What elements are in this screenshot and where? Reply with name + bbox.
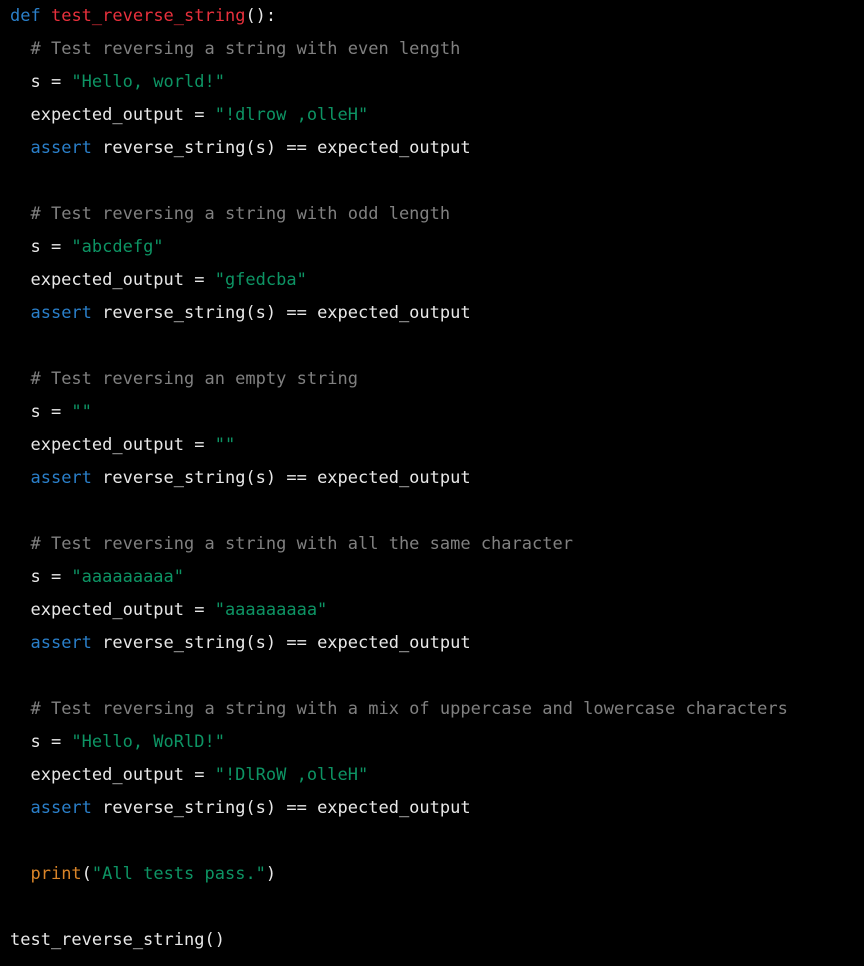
code-line[interactable]: expected_output = "" xyxy=(0,429,864,462)
code-line[interactable]: assert reverse_string(s) == expected_out… xyxy=(0,132,864,165)
code-line[interactable]: assert reverse_string(s) == expected_out… xyxy=(0,792,864,825)
code-token-plain: s = xyxy=(10,567,72,587)
code-token-plain: reverse_string(s) == expected_output xyxy=(91,633,471,653)
code-token-string: "gfedcba" xyxy=(214,270,307,290)
code-line[interactable]: expected_output = "!dlrow ,olleH" xyxy=(0,99,864,132)
code-line[interactable]: assert reverse_string(s) == expected_out… xyxy=(0,627,864,660)
code-token-punct: (): xyxy=(245,6,277,26)
code-line[interactable]: print("All tests pass.") xyxy=(0,858,864,891)
code-token-plain: expected_output = xyxy=(10,270,215,290)
code-token-string: "!DlRoW ,olleH" xyxy=(214,765,369,785)
code-line[interactable]: # Test reversing a string with even leng… xyxy=(0,33,864,66)
code-token-builtin: print xyxy=(30,864,82,884)
code-line[interactable]: # Test reversing a string with a mix of … xyxy=(0,693,864,726)
code-token-comment: # Test reversing a string with a mix of … xyxy=(30,699,788,719)
code-token-plain: expected_output = xyxy=(10,600,215,620)
code-token-plain: reverse_string(s) == expected_output xyxy=(91,138,471,158)
code-token-keyword: assert xyxy=(30,633,92,653)
code-token-funcname: test_reverse_string xyxy=(50,6,246,26)
code-blank-line[interactable] xyxy=(0,825,864,858)
code-token-plain: s = xyxy=(10,732,72,752)
code-line[interactable]: s = "Hello, WoRlD!" xyxy=(0,726,864,759)
code-token-string: "" xyxy=(71,402,92,422)
code-line[interactable]: # Test reversing a string with odd lengt… xyxy=(0,198,864,231)
code-line[interactable]: def test_reverse_string(): xyxy=(0,0,864,33)
code-token-comment: # Test reversing a string with all the s… xyxy=(30,534,573,554)
code-line[interactable]: # Test reversing a string with all the s… xyxy=(0,528,864,561)
code-token-keyword: assert xyxy=(30,138,92,158)
code-token-plain: expected_output = xyxy=(10,765,215,785)
code-token-comment: # Test reversing an empty string xyxy=(30,369,358,389)
code-token-keyword: def xyxy=(10,6,41,26)
code-token-plain: s = xyxy=(10,72,72,92)
code-line[interactable]: expected_output = "!DlRoW ,olleH" xyxy=(0,759,864,792)
code-token-plain: reverse_string(s) == expected_output xyxy=(91,798,471,818)
code-editor-view[interactable]: def test_reverse_string(): # Test revers… xyxy=(0,0,864,966)
code-blank-line[interactable] xyxy=(0,495,864,528)
code-line[interactable]: s = "Hello, world!" xyxy=(0,66,864,99)
code-token-string: "aaaaaaaaa" xyxy=(71,567,185,587)
code-blank-line[interactable] xyxy=(0,660,864,693)
code-line[interactable]: assert reverse_string(s) == expected_out… xyxy=(0,462,864,495)
code-token-punct: ) xyxy=(265,864,277,884)
code-token-keyword: assert xyxy=(30,468,92,488)
code-token-keyword: assert xyxy=(30,303,92,323)
code-line[interactable]: s = "abcdefg" xyxy=(0,231,864,264)
code-blank-line[interactable] xyxy=(0,165,864,198)
code-token-string: "!dlrow ,olleH" xyxy=(214,105,369,125)
code-token-punct: ( xyxy=(81,864,92,884)
code-line[interactable]: expected_output = "aaaaaaaaa" xyxy=(0,594,864,627)
code-token-plain: expected_output = xyxy=(10,105,215,125)
code-token-plain: reverse_string(s) == expected_output xyxy=(91,468,471,488)
code-token-comment: # Test reversing a string with even leng… xyxy=(30,39,461,59)
code-token-plain: test_reverse_string() xyxy=(10,930,225,950)
code-token-plain: expected_output = xyxy=(10,435,215,455)
code-line[interactable]: test_reverse_string() xyxy=(0,924,864,957)
code-token-string: "All tests pass." xyxy=(91,864,266,884)
code-line[interactable]: assert reverse_string(s) == expected_out… xyxy=(0,297,864,330)
code-token-plain: s = xyxy=(10,237,72,257)
code-line[interactable]: s = "aaaaaaaaa" xyxy=(0,561,864,594)
code-token-string: "Hello, WoRlD!" xyxy=(71,732,225,752)
code-token-string: "" xyxy=(214,435,236,455)
code-token-keyword: assert xyxy=(30,798,92,818)
code-token-comment: # Test reversing a string with odd lengt… xyxy=(30,204,451,224)
code-line[interactable]: expected_output = "gfedcba" xyxy=(0,264,864,297)
code-token-string: "Hello, world!" xyxy=(71,72,225,92)
code-token-string: "abcdefg" xyxy=(71,237,164,257)
code-lines-container: def test_reverse_string(): # Test revers… xyxy=(0,0,864,957)
code-blank-line[interactable] xyxy=(0,330,864,363)
code-blank-line[interactable] xyxy=(0,891,864,924)
code-token-plain: s = xyxy=(10,402,72,422)
code-line[interactable]: # Test reversing an empty string xyxy=(0,363,864,396)
code-token-string: "aaaaaaaaa" xyxy=(214,600,328,620)
code-line[interactable]: s = "" xyxy=(0,396,864,429)
code-token-plain: reverse_string(s) == expected_output xyxy=(91,303,471,323)
